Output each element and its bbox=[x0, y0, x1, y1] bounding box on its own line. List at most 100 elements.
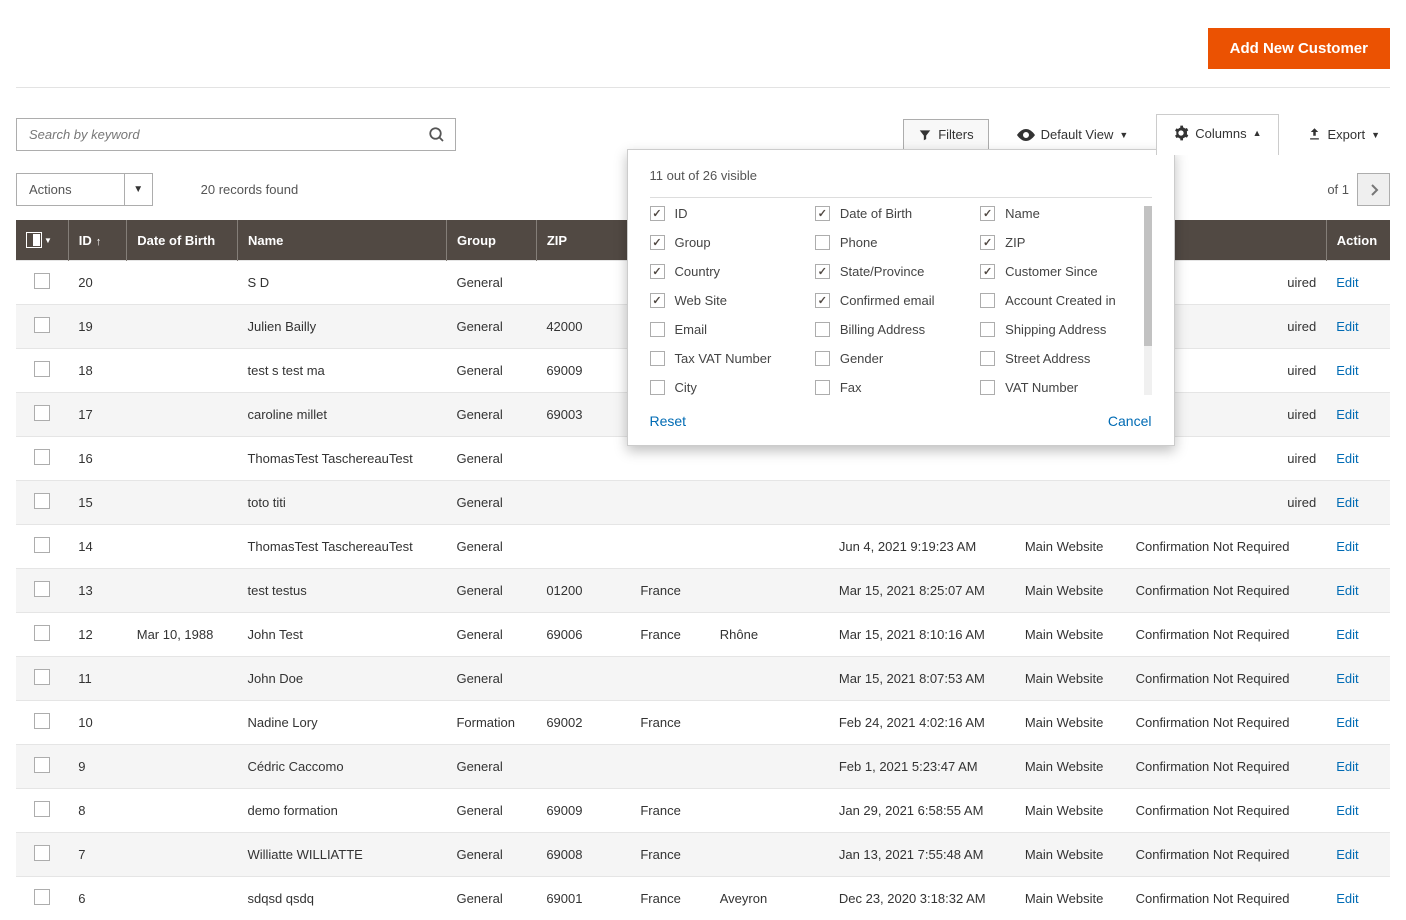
checkbox-icon[interactable] bbox=[815, 380, 830, 395]
edit-link[interactable]: Edit bbox=[1336, 671, 1358, 686]
column-toggle-item[interactable]: Account Created in bbox=[980, 293, 1137, 308]
column-header-dob[interactable]: Date of Birth bbox=[127, 220, 238, 261]
table-cell: test testus bbox=[237, 569, 446, 613]
column-toggle-item[interactable]: ID bbox=[650, 206, 807, 221]
column-toggle-item[interactable]: Tax VAT Number bbox=[650, 351, 807, 366]
row-checkbox[interactable] bbox=[34, 625, 50, 641]
edit-link[interactable]: Edit bbox=[1336, 275, 1358, 290]
checkbox-icon[interactable] bbox=[980, 235, 995, 250]
table-cell: Confirmation Not Required bbox=[1126, 745, 1327, 789]
row-checkbox[interactable] bbox=[34, 317, 50, 333]
export-button[interactable]: Export ▼ bbox=[1297, 121, 1391, 148]
column-header-id[interactable]: ID↑ bbox=[68, 220, 127, 261]
column-toggle-item[interactable]: State/Province bbox=[815, 264, 972, 279]
row-checkbox[interactable] bbox=[34, 405, 50, 421]
checkbox-icon[interactable] bbox=[815, 264, 830, 279]
row-checkbox[interactable] bbox=[34, 449, 50, 465]
column-toggle-item[interactable]: Street Address bbox=[980, 351, 1137, 366]
column-toggle-item[interactable]: Web Site bbox=[650, 293, 807, 308]
column-header-name[interactable]: Name bbox=[237, 220, 446, 261]
pager-next-button[interactable] bbox=[1357, 173, 1390, 206]
checkbox-icon[interactable] bbox=[650, 264, 665, 279]
checkbox-icon[interactable] bbox=[815, 206, 830, 221]
table-cell bbox=[127, 569, 238, 613]
column-toggle-item[interactable]: Country bbox=[650, 264, 807, 279]
edit-link[interactable]: Edit bbox=[1336, 715, 1358, 730]
column-toggle-item[interactable]: Fax bbox=[815, 380, 972, 395]
column-toggle-item[interactable]: Date of Birth bbox=[815, 206, 972, 221]
column-toggle-item[interactable]: Gender bbox=[815, 351, 972, 366]
checkbox-icon[interactable] bbox=[815, 351, 830, 366]
reset-button[interactable]: Reset bbox=[650, 413, 687, 429]
row-checkbox[interactable] bbox=[34, 845, 50, 861]
column-toggle-item[interactable]: Phone bbox=[815, 235, 972, 250]
table-cell: General bbox=[446, 305, 536, 349]
row-checkbox[interactable] bbox=[34, 537, 50, 553]
row-checkbox[interactable] bbox=[34, 757, 50, 773]
cancel-button[interactable]: Cancel bbox=[1108, 413, 1152, 429]
edit-link[interactable]: Edit bbox=[1336, 803, 1358, 818]
checkbox-icon[interactable] bbox=[980, 206, 995, 221]
checkbox-icon[interactable] bbox=[815, 293, 830, 308]
edit-link[interactable]: Edit bbox=[1336, 539, 1358, 554]
add-new-customer-button[interactable]: Add New Customer bbox=[1208, 28, 1390, 69]
row-checkbox[interactable] bbox=[34, 801, 50, 817]
checkbox-icon[interactable] bbox=[650, 293, 665, 308]
checkbox-icon[interactable] bbox=[650, 380, 665, 395]
column-toggle-item[interactable]: Confirmed email bbox=[815, 293, 972, 308]
column-toggle-item[interactable]: City bbox=[650, 380, 807, 395]
scrollbar-thumb[interactable] bbox=[1144, 206, 1152, 346]
edit-link[interactable]: Edit bbox=[1336, 847, 1358, 862]
column-toggle-item[interactable]: Name bbox=[980, 206, 1137, 221]
edit-link[interactable]: Edit bbox=[1336, 627, 1358, 642]
column-header-group[interactable]: Group bbox=[446, 220, 536, 261]
checkbox-icon[interactable] bbox=[650, 351, 665, 366]
filters-button[interactable]: Filters bbox=[903, 119, 988, 150]
actions-dropdown[interactable]: Actions ▼ bbox=[16, 173, 153, 206]
column-toggle-item[interactable]: Customer Since bbox=[980, 264, 1137, 279]
columns-button[interactable]: Columns ▲ bbox=[1156, 114, 1278, 155]
table-cell: 14 bbox=[68, 525, 127, 569]
search-input[interactable] bbox=[17, 127, 419, 142]
select-all-checkbox[interactable]: ▼ bbox=[26, 232, 58, 248]
checkbox-icon[interactable] bbox=[650, 322, 665, 337]
checkbox-icon[interactable] bbox=[980, 264, 995, 279]
caret-down-icon: ▼ bbox=[1119, 130, 1128, 140]
checkbox-icon[interactable] bbox=[980, 322, 995, 337]
row-checkbox[interactable] bbox=[34, 889, 50, 905]
checkbox-icon[interactable] bbox=[650, 235, 665, 250]
checkbox-icon[interactable] bbox=[815, 322, 830, 337]
row-checkbox[interactable] bbox=[34, 273, 50, 289]
edit-link[interactable]: Edit bbox=[1336, 583, 1358, 598]
caret-down-icon[interactable]: ▼ bbox=[124, 174, 152, 205]
row-checkbox[interactable] bbox=[34, 361, 50, 377]
checkbox-icon[interactable] bbox=[980, 293, 995, 308]
row-checkbox[interactable] bbox=[34, 669, 50, 685]
row-checkbox[interactable] bbox=[34, 713, 50, 729]
column-toggle-item[interactable]: Shipping Address bbox=[980, 322, 1137, 337]
row-checkbox[interactable] bbox=[34, 581, 50, 597]
default-view-button[interactable]: Default View ▼ bbox=[1007, 121, 1139, 148]
edit-link[interactable]: Edit bbox=[1336, 451, 1358, 466]
checkbox-icon[interactable] bbox=[980, 380, 995, 395]
edit-link[interactable]: Edit bbox=[1336, 407, 1358, 422]
column-toggle-item[interactable]: Group bbox=[650, 235, 807, 250]
edit-link[interactable]: Edit bbox=[1336, 891, 1358, 906]
column-toggle-item[interactable]: VAT Number bbox=[980, 380, 1137, 395]
table-cell: Confirmation Not Required bbox=[1126, 569, 1327, 613]
edit-link[interactable]: Edit bbox=[1336, 319, 1358, 334]
checkbox-icon[interactable] bbox=[650, 206, 665, 221]
column-toggle-item[interactable]: ZIP bbox=[980, 235, 1137, 250]
search-icon[interactable] bbox=[419, 126, 455, 144]
column-toggle-item[interactable]: Billing Address bbox=[815, 322, 972, 337]
checkbox-icon[interactable] bbox=[980, 351, 995, 366]
column-header-zip[interactable]: ZIP bbox=[536, 220, 630, 261]
checkbox-icon[interactable] bbox=[815, 235, 830, 250]
edit-link[interactable]: Edit bbox=[1336, 759, 1358, 774]
table-cell: General bbox=[446, 393, 536, 437]
edit-link[interactable]: Edit bbox=[1336, 495, 1358, 510]
table-cell: Confirmation Not Required bbox=[1126, 789, 1327, 833]
column-toggle-item[interactable]: Email bbox=[650, 322, 807, 337]
edit-link[interactable]: Edit bbox=[1336, 363, 1358, 378]
row-checkbox[interactable] bbox=[34, 493, 50, 509]
